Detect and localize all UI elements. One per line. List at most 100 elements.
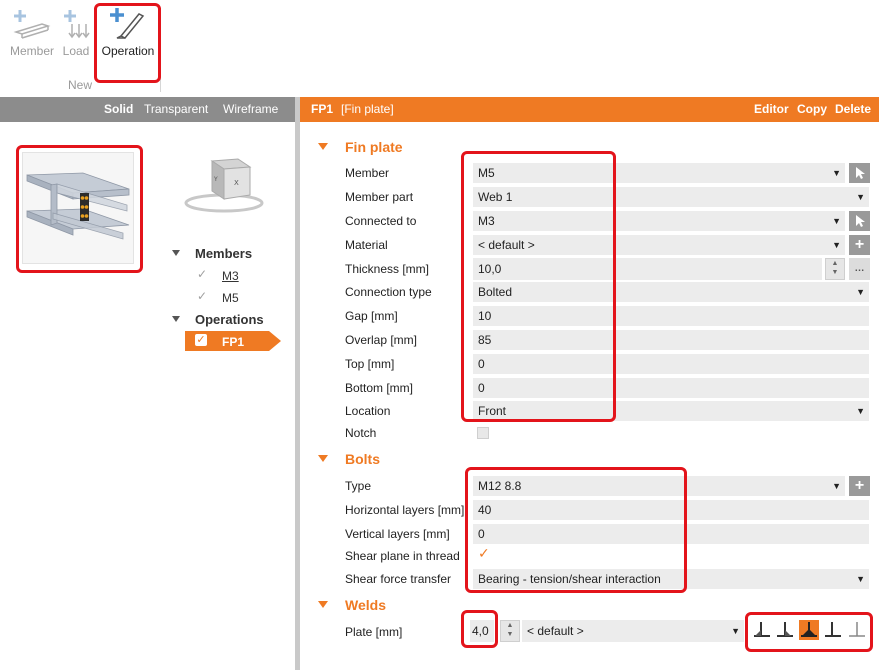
ribbon-group-separator [160,70,161,92]
top-input[interactable]: 0 [473,354,869,374]
new-load-button[interactable]: Load [58,6,94,66]
tree-item-member[interactable]: M3 [222,269,239,283]
label-material: Material [345,238,388,252]
weld-plate-value: 4,0 [472,624,489,638]
label-gap: Gap [mm] [345,309,398,323]
view-mode-bar: Solid Transparent Wireframe [0,97,295,122]
member-part-value: Web 1 [478,190,513,204]
material-select[interactable]: < default > ▼ [473,235,845,255]
shear-plane-checkbox[interactable]: ✓ [478,545,490,562]
view-cube-icon[interactable]: Y X [184,155,264,215]
tree-item-label: FP1 [222,335,245,349]
weld-fillet-both-icon[interactable] [799,620,819,640]
notch-checkbox[interactable] [477,427,489,439]
bottom-input[interactable]: 0 [473,378,869,398]
bolts-collapse-icon[interactable] [318,455,328,462]
pick-connected-cursor-icon[interactable] [849,211,870,231]
dropdown-arrow-icon: ▼ [856,192,865,202]
view-tab-transparent[interactable]: Transparent [144,102,208,116]
weld-stepper-icon[interactable]: ▲ ▼ [500,620,520,642]
member-label: Member [9,44,54,58]
label-location: Location [345,404,391,418]
load-label: Load [62,44,90,58]
ribbon: Member Load Operation New [0,0,879,96]
weld-fillet-left-icon[interactable] [752,620,772,640]
editor-button[interactable]: Editor [754,102,789,116]
vertical-layers-input[interactable]: 0 [473,524,869,544]
weld-none-left-icon[interactable] [823,620,843,640]
label-weld-plate: Plate [mm] [345,625,403,639]
bolt-type-select[interactable]: M12 8.8 ▼ [473,476,845,496]
more-options-icon[interactable]: … [849,258,870,280]
weld-fillet-right-icon[interactable] [775,620,795,640]
label-member-part: Member part [345,190,414,204]
new-operation-button[interactable]: Operation [95,6,161,66]
dropdown-arrow-icon: ▼ [856,406,865,416]
label-notch: Notch [345,426,377,440]
label-shear-plane: Shear plane in thread [345,549,460,563]
section-title-fin-plate: Fin plate [345,139,403,155]
label-thickness: Thickness [mm] [345,262,430,276]
delete-button[interactable]: Delete [835,102,871,116]
tree-operations-heading[interactable]: Operations [195,312,264,327]
shear-force-transfer-select[interactable]: Bearing - tension/shear interaction ▼ [473,569,869,589]
top-value: 0 [478,357,485,371]
thickness-stepper-icon[interactable]: ▲ ▼ [825,258,845,280]
panel-splitter[interactable] [295,97,300,670]
label-horizontal-layers: Horizontal layers [mm] [345,503,465,517]
checkmark-icon[interactable]: ✓ [197,268,208,280]
connection-type-value: Bolted [478,285,513,299]
location-select[interactable]: Front ▼ [473,401,869,421]
label-connected-to: Connected to [345,214,417,228]
view-tab-wireframe[interactable]: Wireframe [223,102,278,116]
add-bolt-plus-icon[interactable]: + [849,476,870,496]
add-material-plus-icon[interactable]: + [849,235,870,255]
new-member-button[interactable]: Member [6,6,58,66]
connected-to-select[interactable]: M3 ▼ [473,211,845,231]
weld-none-icon[interactable] [847,620,867,640]
operations-collapse-icon[interactable] [172,316,180,322]
dropdown-arrow-icon: ▼ [832,240,841,250]
thickness-value: 10,0 [478,262,502,276]
label-top: Top [mm] [345,357,395,371]
horizontal-layers-input[interactable]: 40 [473,500,869,520]
dropdown-arrow-icon: ▼ [856,287,865,297]
tree-members-heading[interactable]: Members [195,246,252,261]
label-shear-force-transfer: Shear force transfer [345,572,452,586]
connection-type-select[interactable]: Bolted ▼ [473,282,869,302]
model-thumbnail[interactable] [22,152,134,264]
members-collapse-icon[interactable] [172,250,180,256]
tree-item-operation-selected[interactable]: ✓ FP1 [185,331,281,351]
label-connection-type: Connection type [345,285,432,299]
checkmark-icon[interactable]: ✓ [197,290,208,302]
operation-type: [Fin plate] [341,102,394,116]
fin-plate-collapse-icon[interactable] [318,143,328,150]
weld-type-value: < default > [527,624,584,638]
connected-to-value: M3 [478,214,495,228]
svg-text:Y: Y [213,176,218,183]
member-select[interactable]: M5 ▼ [473,163,845,183]
gap-value: 10 [478,309,492,323]
view-tab-solid[interactable]: Solid [104,102,133,116]
tree-item-member[interactable]: M5 [222,291,239,305]
weld-plate-input[interactable]: 4,0 [470,620,494,642]
operation-header: FP1 [Fin plate] Editor Copy Delete [300,97,879,122]
weld-type-select[interactable]: < default > ▼ [522,620,744,642]
welds-collapse-icon[interactable] [318,601,328,608]
member-icon [6,6,58,40]
overlap-value: 85 [478,333,492,347]
label-vertical-layers: Vertical layers [mm] [345,527,450,541]
dropdown-arrow-icon: ▼ [731,626,740,636]
weld-position-toolbar [750,620,868,642]
vertical-layers-value: 0 [478,527,485,541]
copy-button[interactable]: Copy [797,102,827,116]
section-title-welds: Welds [345,597,386,613]
member-part-select[interactable]: Web 1 ▼ [473,187,869,207]
ribbon-group-label: New [68,78,93,92]
shear-force-transfer-value: Bearing - tension/shear interaction [478,572,661,586]
thickness-input[interactable]: 10,0 [473,258,822,280]
checkbox-checked-icon[interactable]: ✓ [195,334,207,346]
gap-input[interactable]: 10 [473,306,869,326]
overlap-input[interactable]: 85 [473,330,869,350]
pick-member-cursor-icon[interactable] [849,163,870,183]
